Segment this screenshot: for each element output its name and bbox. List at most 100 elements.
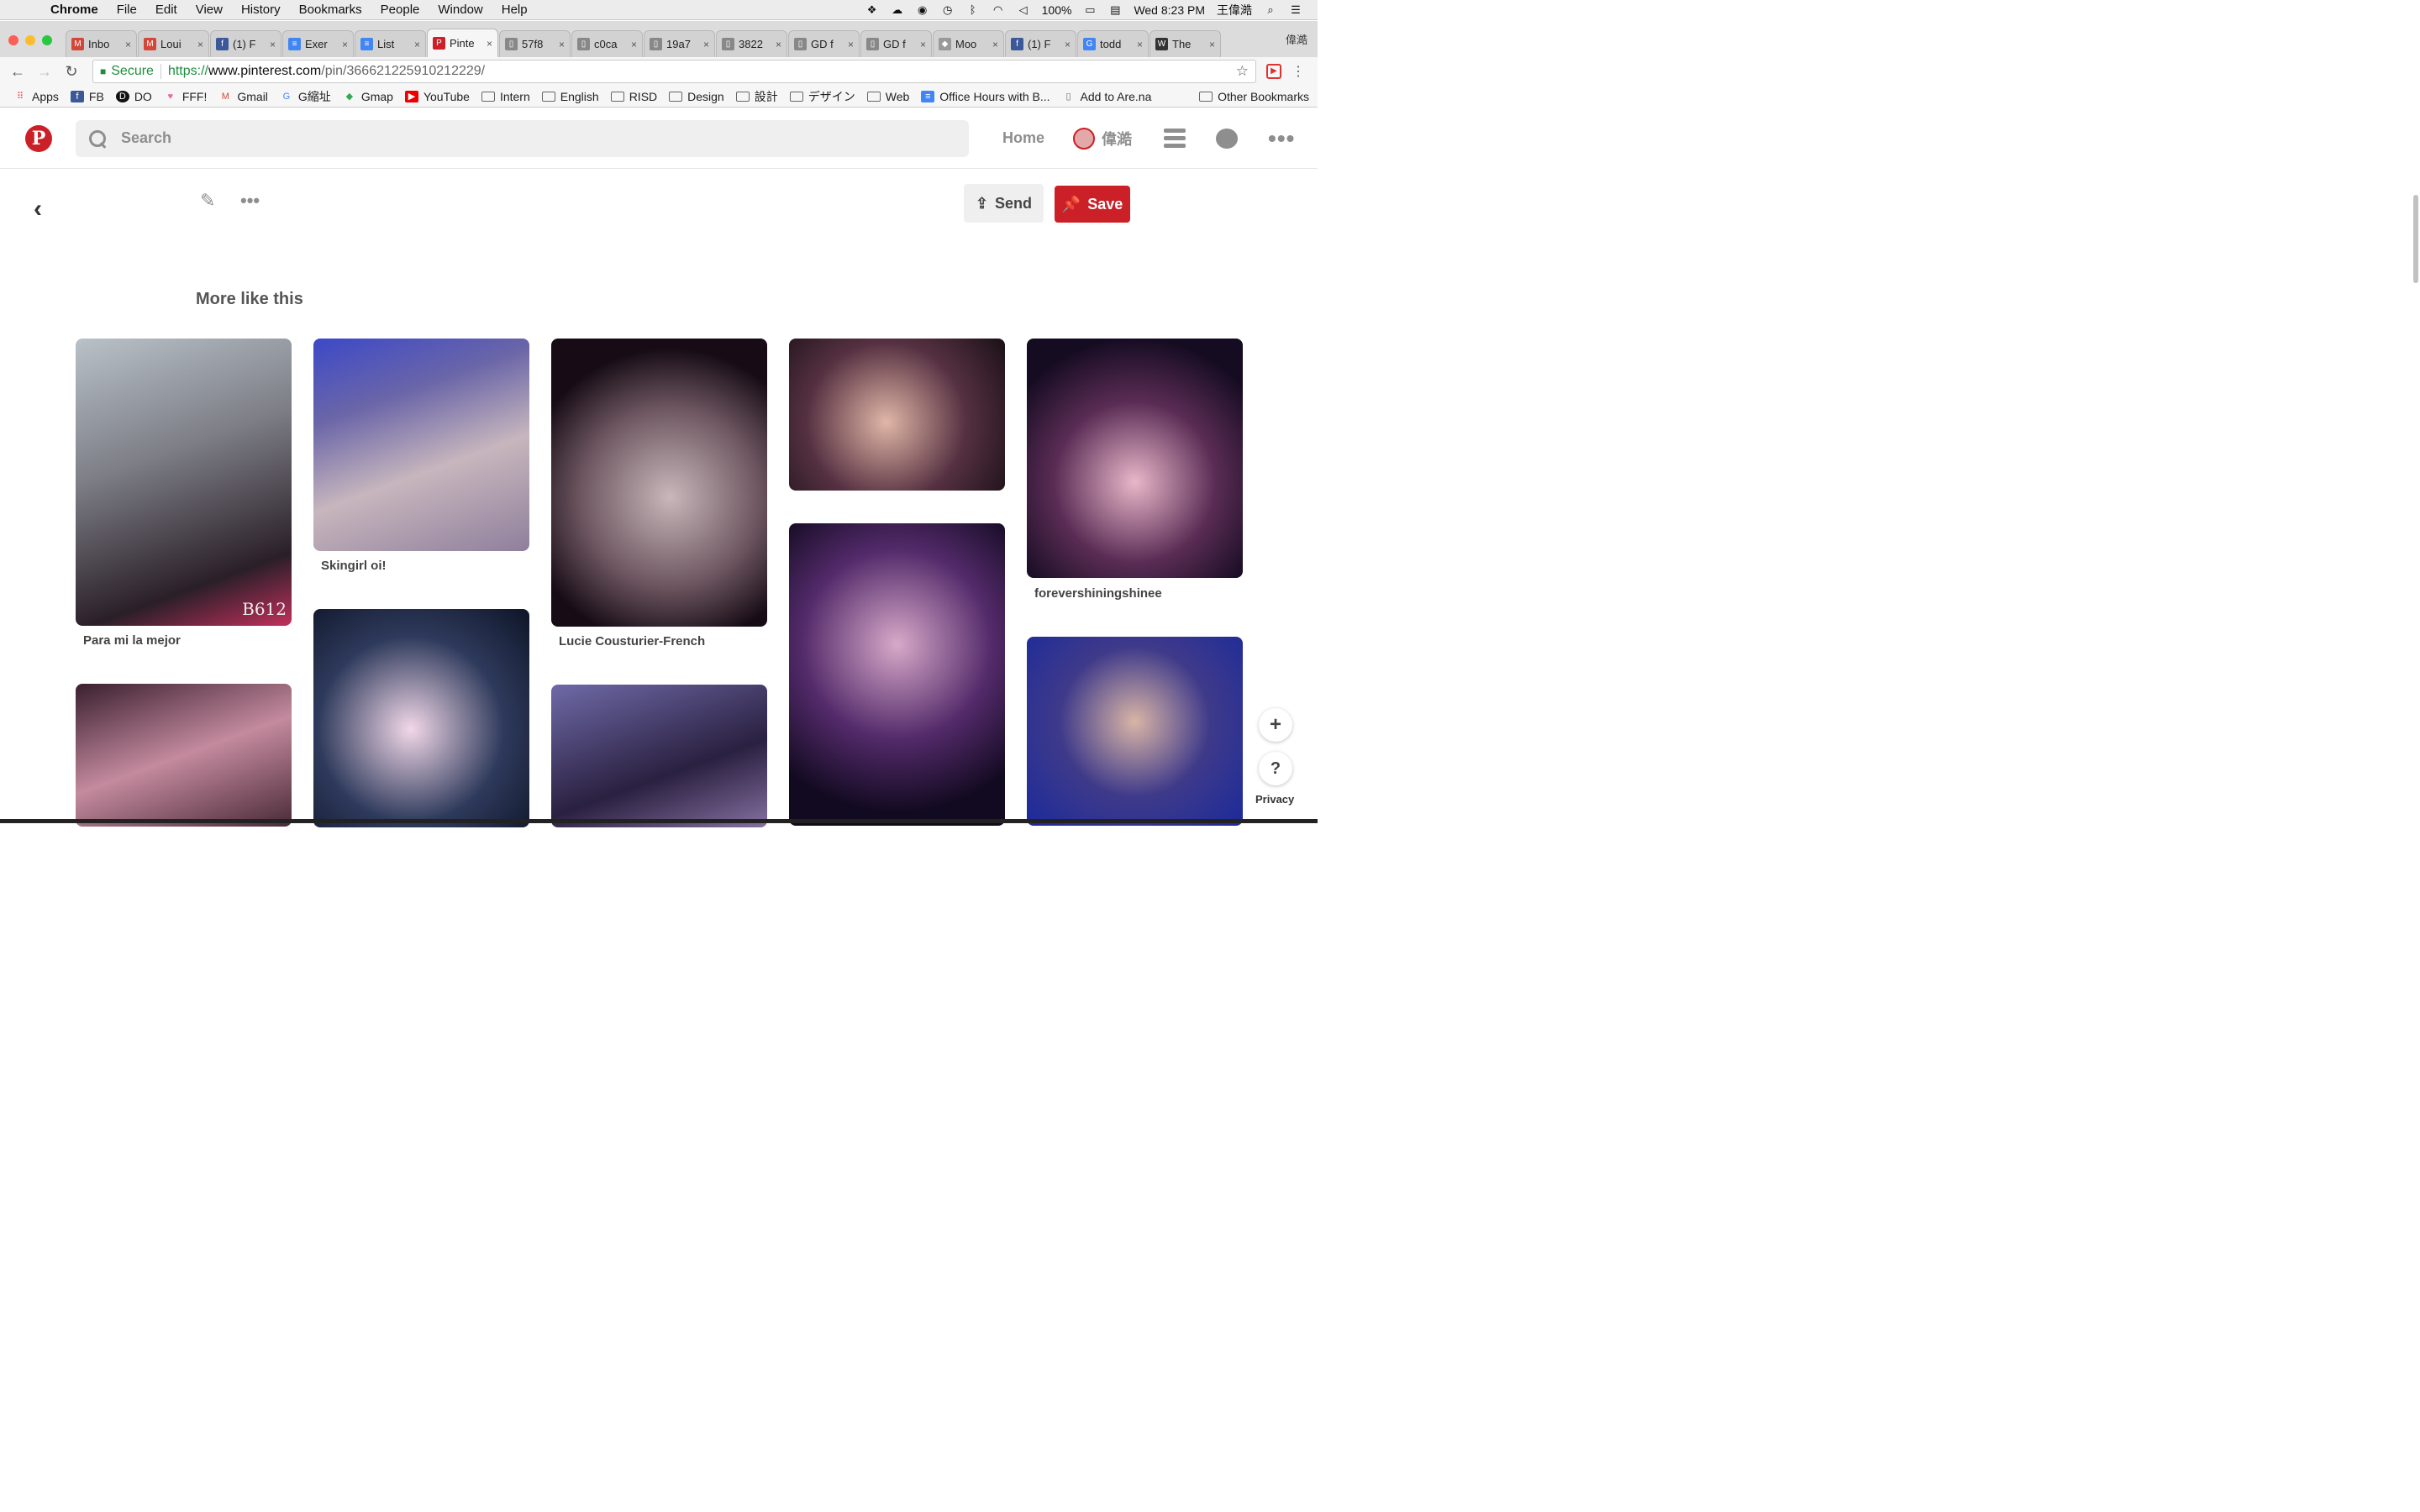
menubar-user[interactable]: 王偉澔	[1217, 2, 1252, 18]
browser-tab[interactable]: ≡ List ×	[355, 30, 426, 57]
us-flag-icon[interactable]: ▤	[1108, 3, 1122, 16]
bookmark-item[interactable]: ⠿ Apps	[13, 90, 59, 103]
menu-file[interactable]: File	[117, 3, 137, 17]
wifi-icon[interactable]: ◠	[992, 3, 1005, 16]
browser-tab[interactable]: f (1) F ×	[210, 30, 281, 57]
pin-card[interactable]	[1027, 637, 1243, 826]
shazam-icon[interactable]: ◉	[916, 3, 929, 16]
pin-card[interactable]	[551, 339, 767, 627]
pin-title[interactable]: Skingirl oi!	[321, 559, 387, 573]
chrome-menu-icon[interactable]: ⋮	[1292, 63, 1305, 80]
tab-close-icon[interactable]: ×	[703, 39, 709, 50]
browser-tab[interactable]: M Inbo ×	[66, 30, 137, 57]
tab-close-icon[interactable]: ×	[776, 39, 781, 50]
extension-icon[interactable]: ▶	[1266, 64, 1281, 79]
search-input[interactable]: Search	[76, 119, 969, 157]
browser-tab[interactable]: M Loui ×	[138, 30, 209, 57]
tab-close-icon[interactable]: ×	[631, 39, 637, 50]
edit-pencil-icon[interactable]: ✎	[200, 190, 215, 212]
pin-more-icon[interactable]: •••	[240, 190, 260, 212]
tab-close-icon[interactable]: ×	[920, 39, 926, 50]
more-options-icon[interactable]: •••	[1268, 126, 1295, 150]
home-link[interactable]: Home	[1002, 129, 1044, 147]
browser-tab[interactable]: W The ×	[1150, 30, 1221, 57]
zoom-window-button[interactable]	[42, 35, 52, 45]
browser-tab[interactable]: Gtodd ×	[1077, 30, 1149, 57]
back-arrow-icon[interactable]: ←	[8, 63, 27, 81]
bookmark-item[interactable]: ◆ Gmap	[343, 90, 393, 103]
close-window-button[interactable]	[8, 35, 18, 45]
pin-card[interactable]	[313, 339, 529, 551]
tab-close-icon[interactable]: ×	[559, 39, 565, 50]
profile-name[interactable]: 偉澔	[1286, 31, 1307, 47]
tab-close-icon[interactable]: ×	[487, 38, 492, 50]
menu-app-name[interactable]: Chrome	[50, 3, 98, 17]
save-button[interactable]: 📌 Save	[1055, 186, 1130, 223]
battery-icon[interactable]: ▭	[1083, 3, 1097, 16]
pin-title[interactable]: Lucie Cousturier-French	[559, 634, 705, 648]
pin-card[interactable]	[313, 609, 529, 827]
menu-history[interactable]: History	[241, 3, 281, 17]
bookmark-item[interactable]: M Gmail	[218, 90, 268, 103]
bookmark-item[interactable]: English	[541, 90, 599, 103]
browser-tab[interactable]: ▯ c0ca ×	[571, 30, 643, 57]
bookmark-item[interactable]: ≡ Office Hours with B...	[921, 90, 1050, 103]
menu-edit[interactable]: Edit	[155, 3, 177, 17]
spotlight-icon[interactable]: ⌕	[1264, 3, 1277, 16]
browser-tab[interactable]: ▯ 57f8 ×	[499, 30, 571, 57]
time-machine-icon[interactable]: ◷	[941, 3, 955, 16]
tab-close-icon[interactable]: ×	[197, 39, 203, 50]
bookmark-item[interactable]: Intern	[481, 90, 530, 103]
tab-close-icon[interactable]: ×	[125, 39, 131, 50]
bookmark-star-icon[interactable]: ☆	[1236, 63, 1249, 80]
pin-card[interactable]	[76, 684, 292, 827]
page-scrollbar[interactable]	[2413, 195, 2418, 283]
pin-card[interactable]: B612	[76, 339, 292, 626]
creative-cloud-icon[interactable]: ☁	[891, 3, 904, 16]
other-bookmarks[interactable]: Other Bookmarks	[1199, 90, 1309, 103]
bookmark-item[interactable]: デザイン	[789, 88, 855, 105]
pin-title[interactable]: forevershiningshinee	[1034, 586, 1162, 601]
profile-link[interactable]: 偉澔	[1073, 127, 1132, 150]
bookmark-item[interactable]: ♥ FFF!	[164, 90, 208, 103]
create-pin-plus-icon[interactable]: +	[1259, 708, 1292, 742]
bookmark-item[interactable]: f FB	[70, 90, 104, 103]
bookmark-item[interactable]: Design	[669, 90, 724, 103]
following-menu-icon[interactable]	[1164, 129, 1186, 148]
address-bar[interactable]: ■ Secure https://www.pinterest.com/pin/3…	[92, 60, 1256, 83]
menu-window[interactable]: Window	[438, 3, 482, 17]
menu-people[interactable]: People	[381, 3, 420, 17]
tab-close-icon[interactable]: ×	[414, 39, 420, 50]
bookmark-item[interactable]: Web	[866, 90, 909, 103]
browser-tab[interactable]: ▯ 19a7 ×	[644, 30, 715, 57]
tab-close-icon[interactable]: ×	[270, 39, 276, 50]
battery-percent[interactable]: 100%	[1042, 3, 1072, 17]
browser-tab[interactable]: ▯ 3822 ×	[716, 30, 787, 57]
bookmark-item[interactable]: D DO	[115, 90, 152, 103]
bookmark-item[interactable]: RISD	[610, 90, 657, 103]
forward-arrow-icon[interactable]: →	[35, 63, 54, 81]
messages-icon[interactable]	[1216, 128, 1239, 149]
tab-close-icon[interactable]: ×	[848, 39, 854, 50]
dropbox-icon[interactable]: ❖	[865, 3, 879, 16]
browser-tab[interactable]: ▯ GD f ×	[788, 30, 860, 57]
browser-tab[interactable]: P Pinte ×	[427, 29, 498, 57]
browser-tab[interactable]: ▯ GD f ×	[860, 30, 932, 57]
bookmark-item[interactable]: G G縮址	[280, 88, 331, 105]
menu-help[interactable]: Help	[502, 3, 528, 17]
send-button[interactable]: ⇪ Send	[964, 184, 1044, 223]
bluetooth-icon[interactable]: ᛒ	[966, 3, 980, 16]
pin-card[interactable]	[789, 523, 1005, 826]
back-chevron-icon[interactable]: ‹	[34, 195, 42, 223]
pinterest-logo-icon[interactable]: P	[25, 124, 52, 152]
help-question-icon[interactable]: ?	[1259, 752, 1292, 785]
menu-view[interactable]: View	[196, 3, 223, 17]
tab-close-icon[interactable]: ×	[1137, 39, 1143, 50]
pin-title[interactable]: Para mi la mejor	[83, 633, 181, 648]
tab-close-icon[interactable]: ×	[342, 39, 348, 50]
pin-card[interactable]	[789, 339, 1005, 491]
minimize-window-button[interactable]	[25, 35, 35, 45]
browser-tab[interactable]: f (1) F ×	[1005, 30, 1076, 57]
bookmark-item[interactable]: ▶ YouTube	[404, 90, 470, 103]
tab-close-icon[interactable]: ×	[1065, 39, 1071, 50]
